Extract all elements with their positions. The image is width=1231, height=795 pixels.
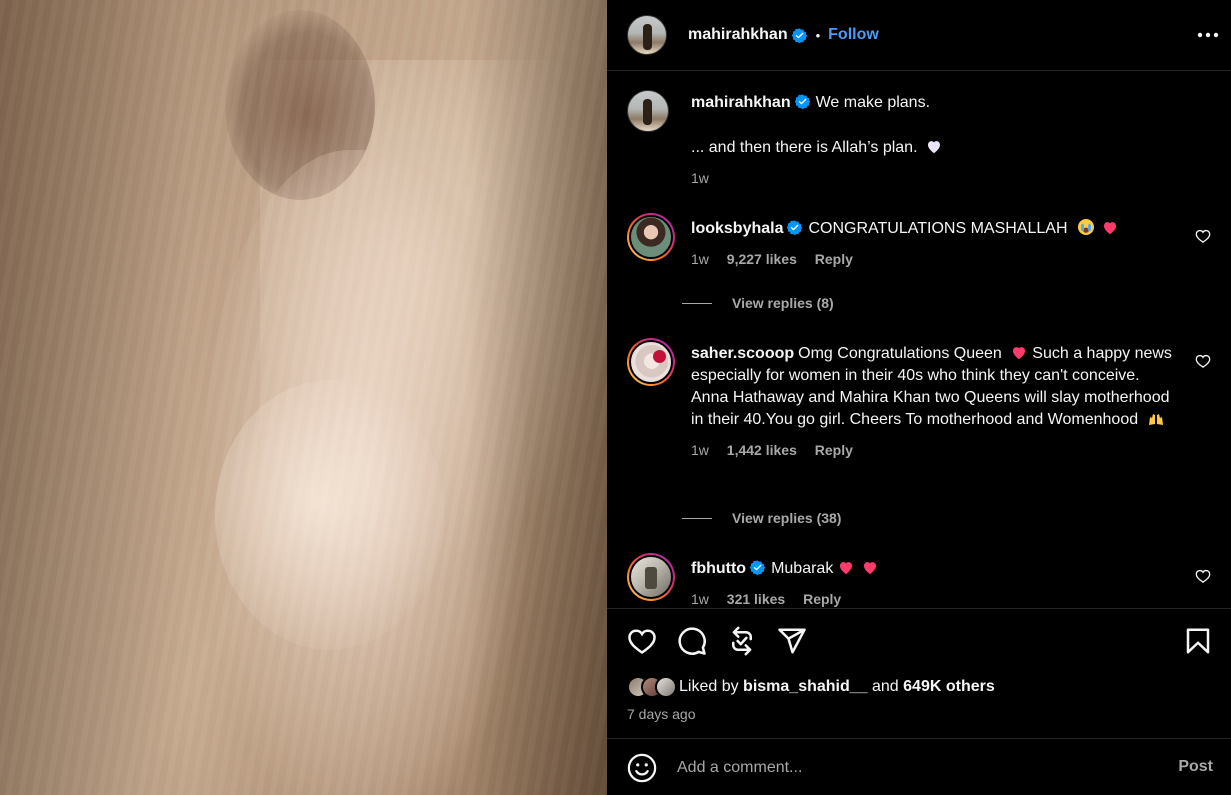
liked-by-user[interactable]: bisma_shahid__: [743, 678, 868, 696]
caption-avatar[interactable]: [627, 90, 669, 132]
liker-avatars: [627, 676, 691, 698]
likes-summary[interactable]: Liked by bisma_shahid__ and 649K others: [627, 676, 995, 698]
caption-line2: ... and then there is Allah’s plan.: [691, 139, 918, 156]
comment-username[interactable]: fbhutto: [691, 560, 746, 577]
caption-username[interactable]: mahirahkhan: [691, 94, 791, 111]
owner-username[interactable]: mahirahkhan: [688, 26, 788, 44]
verified-badge-icon: [787, 220, 803, 235]
view-replies-button[interactable]: View replies (8): [682, 295, 834, 311]
comment-row: fbhutto Mubarak 1w 321 likes Reply: [627, 553, 1217, 608]
like-comment-heart-icon[interactable]: [1195, 228, 1211, 244]
commenter-avatar[interactable]: [627, 338, 675, 386]
raising-hands-emoji-icon: [1148, 414, 1163, 425]
crying-face-emoji-icon: [1077, 219, 1094, 235]
like-comment-heart-icon[interactable]: [1195, 568, 1211, 584]
repost-icon[interactable]: [727, 626, 757, 656]
caption-time[interactable]: 1w: [691, 170, 709, 186]
comment-row: saher.scooop Omg Congratulations Queen Su…: [627, 338, 1217, 488]
verified-badge-icon: [750, 560, 766, 575]
comment-username[interactable]: saher.scooop: [691, 345, 794, 362]
pink-heart-emoji-icon: [1013, 347, 1026, 360]
commenter-avatar[interactable]: [627, 213, 675, 261]
post-comment-button[interactable]: Post: [1178, 758, 1213, 776]
add-comment-bar: Post: [607, 740, 1231, 795]
post-header: mahirahkhan • Follow: [607, 0, 1231, 71]
pink-heart-emoji-icon: [864, 562, 877, 575]
comment-text: Omg Congratulations Queen: [798, 345, 1002, 362]
reply-button[interactable]: Reply: [815, 442, 853, 458]
comment-text: CONGRATULATIONS MASHALLAH: [808, 220, 1068, 237]
view-replies-label: View replies (8): [732, 295, 834, 311]
comment-input[interactable]: [677, 758, 1157, 777]
reply-button[interactable]: Reply: [815, 251, 853, 267]
post-actions: Liked by bisma_shahid__ and 649K others …: [607, 608, 1231, 739]
comment-likes[interactable]: 1,442 likes: [727, 442, 797, 458]
white-heart-emoji-icon: [927, 141, 940, 154]
comment-time[interactable]: 1w: [691, 442, 709, 458]
comment-time[interactable]: 1w: [691, 591, 709, 607]
follow-button[interactable]: Follow: [828, 26, 879, 44]
comment-username[interactable]: looksbyhala: [691, 220, 783, 237]
verified-badge-icon: [794, 94, 810, 109]
verified-badge-icon: [791, 27, 807, 43]
pink-heart-emoji-icon: [1104, 222, 1117, 235]
more-horizontal-icon: [1197, 32, 1219, 38]
like-heart-icon[interactable]: [627, 626, 657, 656]
save-bookmark-icon[interactable]: [1183, 626, 1213, 656]
like-comment-heart-icon[interactable]: [1195, 353, 1211, 369]
liked-by-others[interactable]: 649K others: [903, 678, 995, 696]
liked-by-and: and: [872, 678, 899, 695]
caption-row: mahirahkhan We make plans. ... and then t…: [627, 90, 1217, 190]
more-options-button[interactable]: [1195, 22, 1221, 48]
commenter-avatar[interactable]: [627, 553, 675, 601]
share-paper-plane-icon[interactable]: [777, 626, 807, 656]
reply-button[interactable]: Reply: [803, 591, 841, 607]
post-side-panel: mahirahkhan • Follow mahirahkhan We make …: [607, 0, 1231, 795]
caption-line1: We make plans.: [815, 94, 931, 111]
post-date[interactable]: 7 days ago: [627, 706, 696, 722]
emoji-smiley-icon[interactable]: [627, 753, 657, 783]
post-dialog: mahirahkhan • Follow mahirahkhan We make …: [0, 0, 1231, 795]
comment-time[interactable]: 1w: [691, 251, 709, 267]
view-replies-label: View replies (38): [732, 510, 842, 526]
post-photo[interactable]: [0, 0, 607, 795]
comment-row: looksbyhala CONGRATULATIONS MASHALLAH 1w …: [627, 213, 1217, 273]
comment-likes[interactable]: 9,227 likes: [727, 251, 797, 267]
separator-dot: •: [815, 27, 821, 43]
comment-bubble-icon[interactable]: [677, 626, 707, 656]
pink-heart-emoji-icon: [839, 562, 852, 575]
comment-text: Mubarak: [771, 560, 834, 577]
owner-avatar[interactable]: [627, 15, 667, 55]
view-replies-button[interactable]: View replies (38): [682, 510, 841, 526]
comment-likes[interactable]: 321 likes: [727, 591, 785, 607]
comments-list[interactable]: mahirahkhan We make plans. ... and then t…: [607, 72, 1231, 608]
